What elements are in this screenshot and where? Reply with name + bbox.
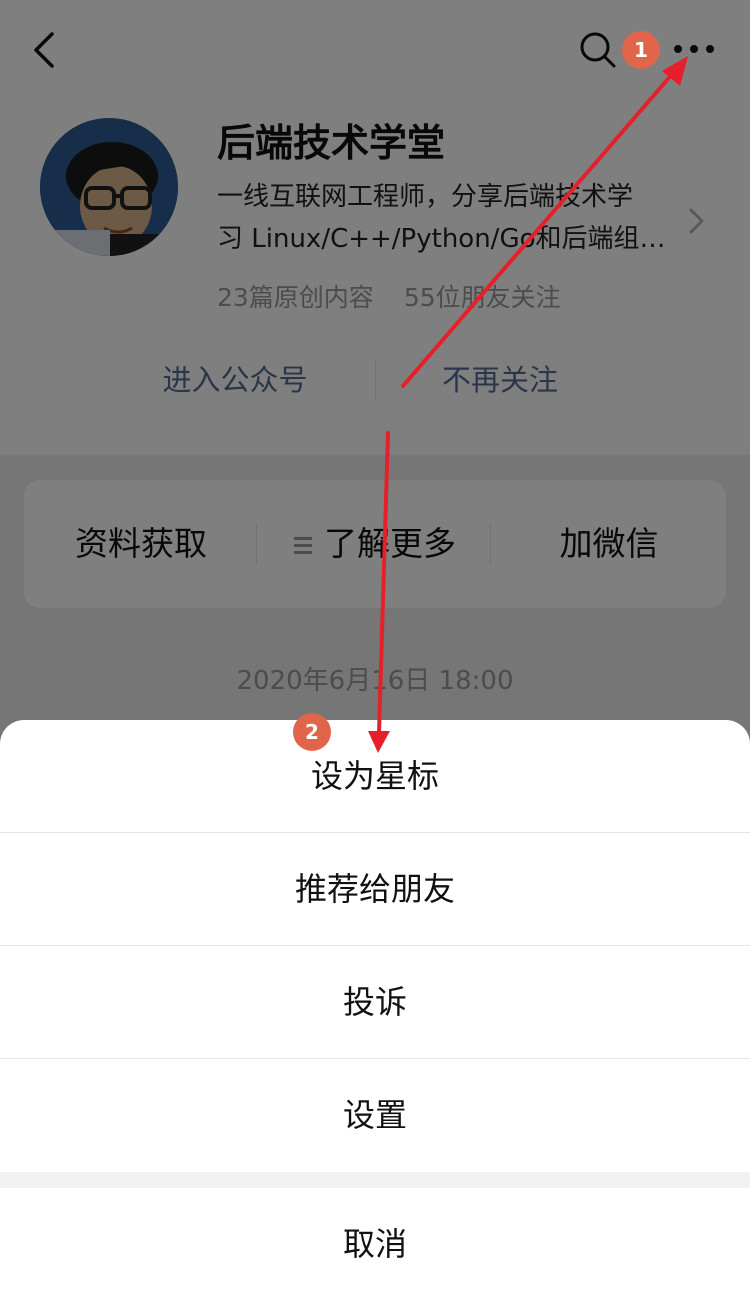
cancel-button[interactable]: 取消 <box>0 1188 750 1299</box>
settings-button[interactable]: 设置 <box>0 1059 750 1171</box>
set-star-button[interactable]: 设为星标 <box>0 720 750 832</box>
recommend-to-friend-button[interactable]: 推荐给朋友 <box>0 833 750 945</box>
complain-button[interactable]: 投诉 <box>0 946 750 1058</box>
step-badge-2: 2 <box>293 713 331 751</box>
sheet-gap <box>0 1172 750 1188</box>
step-badge-1: 1 <box>622 31 660 69</box>
action-sheet: 设为星标 推荐给朋友 投诉 设置 取消 <box>0 720 750 1299</box>
